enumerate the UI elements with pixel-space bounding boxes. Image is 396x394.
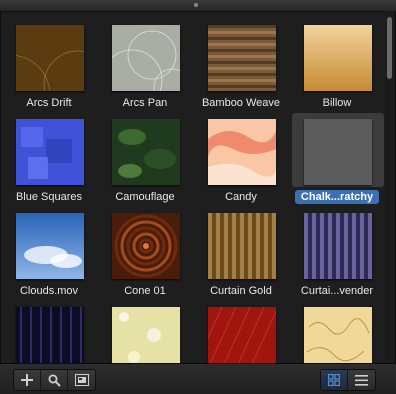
thumbnail-frame	[4, 207, 96, 281]
thumbnail-frame	[196, 301, 288, 363]
vertical-scrollbar[interactable]	[385, 11, 395, 363]
texture-thumbnail	[16, 119, 84, 185]
texture-name: Arcs Pan	[122, 97, 168, 109]
texture-thumbnail	[112, 25, 180, 91]
texture-tile[interactable]: Chalk...ratchy	[289, 113, 385, 207]
texture-name: Bamboo Weave	[201, 97, 281, 109]
texture-tile[interactable]: Camouflage	[97, 113, 193, 207]
thumbnail-grid: Arcs Drift Arcs Pan Bamboo Weave Billow B…	[1, 11, 385, 363]
texture-thumbnail	[16, 213, 84, 279]
texture-name: Arcs Drift	[26, 97, 72, 109]
thumbnail-frame	[196, 113, 288, 187]
magnifier-icon	[48, 374, 61, 387]
texture-label: Clouds.mov	[1, 284, 97, 298]
texture-thumbnail	[16, 307, 84, 363]
texture-label: Candy	[193, 190, 289, 204]
texture-label: Blue Squares	[1, 190, 97, 204]
texture-label: Chalk...ratchy	[289, 190, 385, 204]
texture-thumbnail	[304, 213, 372, 279]
action-button-group	[13, 369, 96, 391]
texture-name: Clouds.mov	[19, 285, 79, 297]
texture-label: Arcs Drift	[1, 96, 97, 110]
thumbnail-frame	[100, 113, 192, 187]
texture-label: Cone 01	[97, 284, 193, 298]
thumbnail-frame	[196, 207, 288, 281]
texture-name: Camouflage	[115, 191, 175, 203]
texture-thumbnail	[16, 25, 84, 91]
texture-label: Billow	[289, 96, 385, 110]
thumbnail-frame	[292, 113, 384, 187]
add-button[interactable]	[14, 370, 41, 390]
bottom-toolbar	[0, 363, 396, 394]
grid-view-button[interactable]	[321, 370, 348, 390]
texture-thumbnail	[112, 119, 180, 185]
texture-name: Curtai...vender	[300, 285, 374, 297]
thumbnail-frame	[4, 19, 96, 93]
texture-tile[interactable]: Arcs Drift	[1, 19, 97, 113]
texture-tile[interactable]: Diagonal Red	[193, 301, 289, 363]
list-icon	[355, 374, 368, 386]
texture-tile[interactable]: Candy	[193, 113, 289, 207]
texture-thumbnail	[304, 119, 372, 185]
texture-tile[interactable]: Curtai...vender	[289, 207, 385, 301]
thumbnail-frame	[292, 207, 384, 281]
texture-name: Chalk...ratchy	[294, 190, 380, 204]
thumbnail-frame	[292, 19, 384, 93]
texture-tile[interactable]: Curtain Gold	[193, 207, 289, 301]
texture-tile[interactable]: Bamboo Weave	[193, 19, 289, 113]
texture-label: Arcs Pan	[97, 96, 193, 110]
texture-name: Candy	[225, 191, 257, 203]
texture-thumbnail	[208, 307, 276, 363]
texture-thumbnail	[112, 307, 180, 363]
thumbnail-frame	[100, 301, 192, 363]
view-mode-group	[320, 369, 376, 391]
texture-label: Curtai...vender	[289, 284, 385, 298]
texture-tile[interactable]: Billow	[289, 19, 385, 113]
texture-thumbnail	[208, 213, 276, 279]
texture-tile[interactable]: Blue Squares	[1, 113, 97, 207]
texture-label: Camouflage	[97, 190, 193, 204]
thumbnail-frame	[100, 207, 192, 281]
texture-thumbnail	[304, 25, 372, 91]
texture-tile[interactable]: Defoc...Wealth	[97, 301, 193, 363]
thumbnail-frame	[292, 301, 384, 363]
plus-icon	[21, 374, 33, 386]
texture-thumbnail	[304, 307, 372, 363]
texture-tile[interactable]: Doodle	[289, 301, 385, 363]
texture-name: Blue Squares	[15, 191, 83, 203]
texture-thumbnail	[208, 25, 276, 91]
texture-thumbnail	[208, 119, 276, 185]
search-button[interactable]	[41, 370, 68, 390]
texture-name: Cone 01	[124, 285, 166, 297]
texture-name: Curtain Gold	[210, 285, 272, 297]
scrollbar-thumb[interactable]	[387, 17, 392, 79]
texture-browser: Arcs Drift Arcs Pan Bamboo Weave Billow B…	[0, 11, 396, 363]
thumbnail-frame	[100, 19, 192, 93]
texture-label: Bamboo Weave	[193, 96, 289, 110]
texture-name: Billow	[322, 97, 352, 109]
texture-tile[interactable]: Dark Curtain	[1, 301, 97, 363]
grid-icon	[328, 374, 340, 386]
texture-thumbnail	[112, 213, 180, 279]
resize-grip-icon[interactable]	[194, 3, 198, 7]
thumbnail-frame	[196, 19, 288, 93]
list-view-button[interactable]	[348, 370, 375, 390]
texture-tile[interactable]: Cone 01	[97, 207, 193, 301]
image-frame-icon	[74, 374, 89, 386]
preview-button[interactable]	[68, 370, 95, 390]
texture-label: Curtain Gold	[193, 284, 289, 298]
texture-tile[interactable]: Clouds.mov	[1, 207, 97, 301]
texture-tile[interactable]: Arcs Pan	[97, 19, 193, 113]
thumbnail-frame	[4, 301, 96, 363]
thumbnail-frame	[4, 113, 96, 187]
